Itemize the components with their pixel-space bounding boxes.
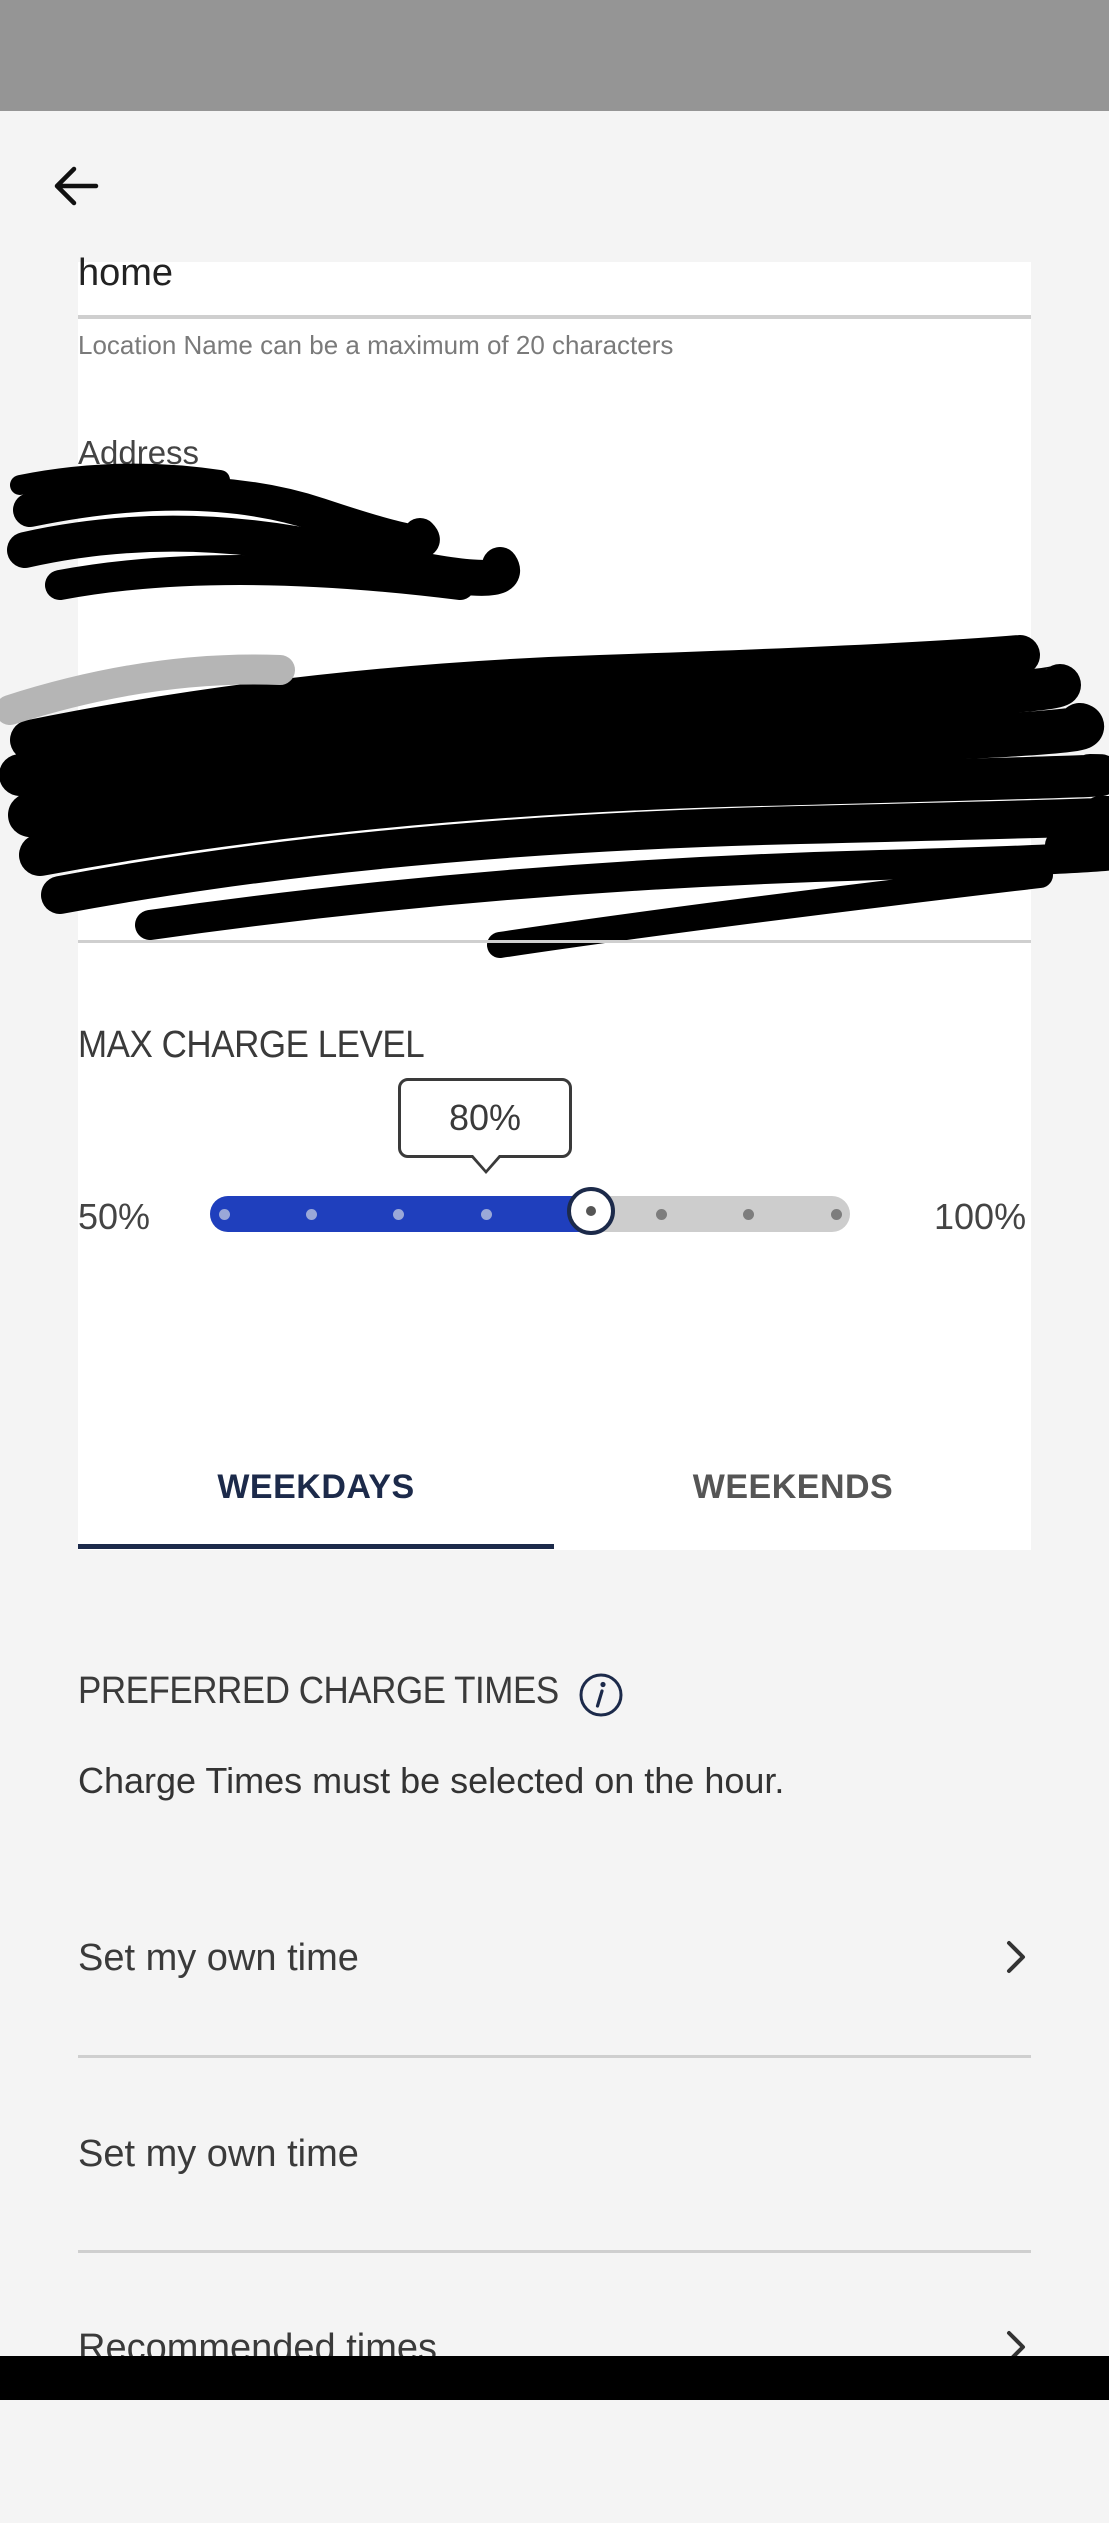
chevron-right-icon: [1007, 1941, 1025, 1973]
slider-step-dot: [830, 1209, 842, 1220]
list-divider: [78, 2055, 1031, 2058]
list-item-set-own-time-2[interactable]: Set my own time: [78, 2133, 1031, 2329]
slider-thumb-center: [586, 1206, 597, 1216]
slider-step-dot: [218, 1209, 230, 1220]
location-name-underline: [78, 315, 1031, 319]
list-divider: [78, 2250, 1031, 2253]
slider-step-dot: [480, 1209, 492, 1220]
slider-step-dot: [743, 1209, 755, 1220]
slider-step-dot: [305, 1209, 317, 1220]
tab-weekdays[interactable]: WEEKDAYS: [78, 1430, 554, 1544]
back-button[interactable]: [40, 150, 112, 222]
max-charge-title: MAX CHARGE LEVEL: [78, 1024, 425, 1066]
charge-times-subtitle: Charge Times must be selected on the hou…: [78, 1760, 785, 1801]
system-navigation-bar: [0, 2356, 1109, 2400]
location-name-helper-text: Location Name can be a maximum of 20 cha…: [78, 330, 674, 360]
info-icon[interactable]: [578, 1672, 624, 1718]
list-item-label: Set my own time: [78, 2133, 359, 2175]
status-bar: [0, 0, 1109, 111]
list-item-label: Set my own time: [78, 1937, 359, 1979]
slider-thumb[interactable]: [567, 1187, 616, 1235]
slider-max-label: 100%: [934, 1196, 1027, 1237]
schedule-tabs: WEEKDAYS WEEKENDS: [78, 1430, 1031, 1550]
tab-selected-indicator: [78, 1544, 554, 1549]
address-underline: [78, 940, 1031, 943]
max-charge-slider[interactable]: [210, 1187, 850, 1235]
redacted-address-scribble: [0, 463, 1109, 958]
preferred-charge-times-title: PREFERRED CHARGE TIMES: [78, 1670, 559, 1712]
slider-min-label: 50%: [78, 1196, 151, 1237]
slider-step-dot: [655, 1209, 667, 1220]
tab-weekends[interactable]: WEEKENDS: [555, 1430, 1031, 1544]
location-name-field[interactable]: home: [78, 252, 173, 295]
arrow-left-icon: [54, 166, 99, 206]
list-item-set-own-time-1[interactable]: Set my own time: [78, 1937, 1031, 2133]
tooltip-arrow-fill: [473, 1155, 499, 1170]
slider-value-tooltip: 80%: [398, 1078, 572, 1158]
